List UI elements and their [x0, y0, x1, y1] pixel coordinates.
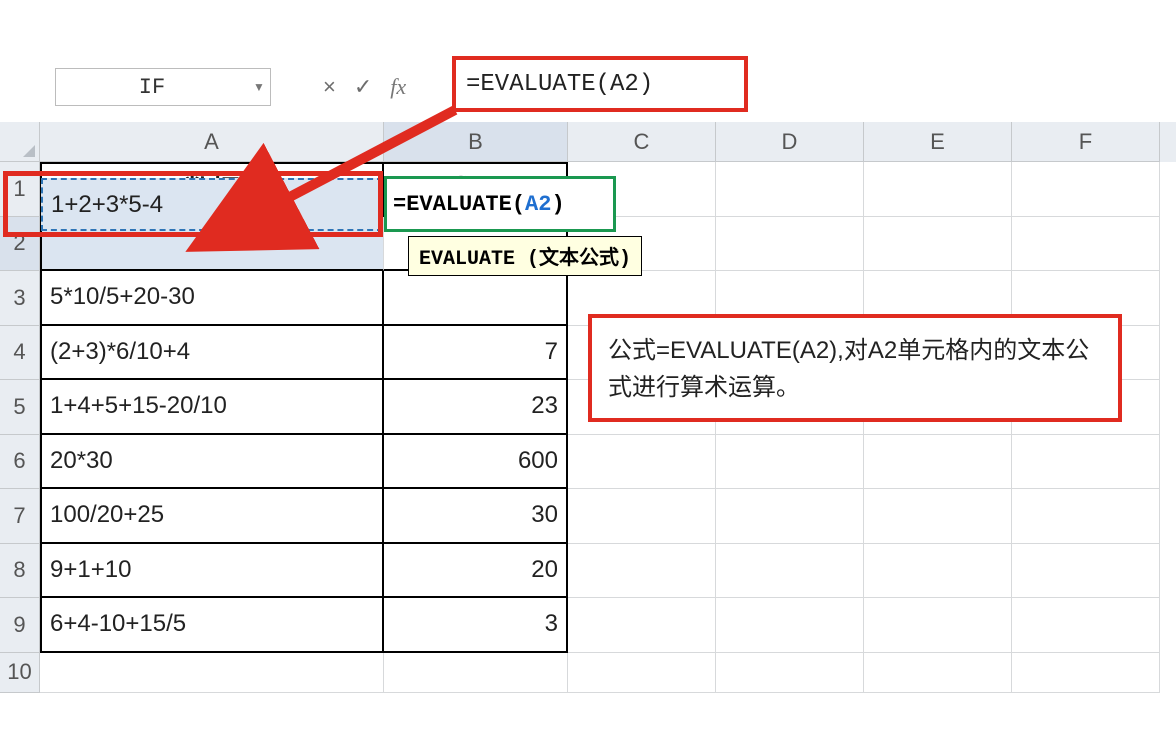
cell-E1[interactable] [864, 162, 1012, 217]
cell-E2[interactable] [864, 217, 1012, 272]
cell-B3[interactable] [384, 271, 568, 326]
b2-prefix: =EVALUATE( [393, 192, 525, 217]
column-headers: A B C D E F [0, 122, 1176, 162]
cell-B7[interactable]: 30 [384, 489, 568, 544]
row-7: 7 100/20+25 30 [0, 489, 1176, 544]
b2-ref: A2 [525, 192, 551, 217]
name-box-value: IF [56, 75, 248, 100]
cell-A2-highlight: 1+2+3*5-4 [41, 178, 383, 231]
cell-C10[interactable] [568, 653, 716, 693]
cell-E6[interactable] [864, 435, 1012, 490]
column-header-A[interactable]: A [40, 122, 384, 162]
cell-B4[interactable]: 7 [384, 326, 568, 381]
row-header-6[interactable]: 6 [0, 435, 40, 490]
row-header-8[interactable]: 8 [0, 544, 40, 599]
cell-B5[interactable]: 23 [384, 380, 568, 435]
annotation-callout-text: 公式=EVALUATE(A2),对A2单元格内的文本公式进行算术运算。 [608, 337, 1089, 401]
column-header-C[interactable]: C [568, 122, 716, 162]
cell-D9[interactable] [716, 598, 864, 653]
cell-A9[interactable]: 6+4-10+15/5 [40, 598, 384, 653]
cell-F7[interactable] [1012, 489, 1160, 544]
cell-A2-value: 1+2+3*5-4 [51, 191, 163, 219]
cell-F10[interactable] [1012, 653, 1160, 693]
row-header-1[interactable]: 1 [0, 162, 40, 217]
cell-A10[interactable] [40, 653, 384, 693]
cell-A8[interactable]: 9+1+10 [40, 544, 384, 599]
confirm-icon[interactable]: ✓ [354, 74, 372, 100]
cell-E7[interactable] [864, 489, 1012, 544]
column-header-B[interactable]: B [384, 122, 568, 162]
function-tooltip-text: EVALUATE (文本公式) [419, 248, 631, 271]
name-box-dropdown-icon[interactable]: ▼ [248, 80, 270, 94]
cell-A4[interactable]: (2+3)*6/10+4 [40, 326, 384, 381]
cell-B9[interactable]: 3 [384, 598, 568, 653]
row-9: 9 6+4-10+15/5 3 [0, 598, 1176, 653]
cell-D8[interactable] [716, 544, 864, 599]
row-header-5[interactable]: 5 [0, 380, 40, 435]
cell-A7[interactable]: 100/20+25 [40, 489, 384, 544]
cell-B2-editing[interactable]: =EVALUATE(A2) [384, 176, 616, 232]
b2-suffix: ) [551, 192, 564, 217]
cell-E8[interactable] [864, 544, 1012, 599]
row-header-7[interactable]: 7 [0, 489, 40, 544]
row-header-4[interactable]: 4 [0, 326, 40, 381]
cell-B8[interactable]: 20 [384, 544, 568, 599]
fx-icon[interactable]: fx [390, 74, 406, 100]
row-header-3[interactable]: 3 [0, 271, 40, 326]
row-6: 6 20*30 600 [0, 435, 1176, 490]
name-box[interactable]: IF ▼ [55, 68, 271, 106]
cell-C7[interactable] [568, 489, 716, 544]
cell-E9[interactable] [864, 598, 1012, 653]
column-header-E[interactable]: E [864, 122, 1012, 162]
cell-F8[interactable] [1012, 544, 1160, 599]
cell-D10[interactable] [716, 653, 864, 693]
row-header-10[interactable]: 10 [0, 653, 40, 693]
cell-C9[interactable] [568, 598, 716, 653]
cell-D6[interactable] [716, 435, 864, 490]
row-10: 10 [0, 653, 1176, 693]
cell-D2[interactable] [716, 217, 864, 272]
row-header-9[interactable]: 9 [0, 598, 40, 653]
column-header-F[interactable]: F [1012, 122, 1160, 162]
cell-C6[interactable] [568, 435, 716, 490]
select-all-corner[interactable] [0, 122, 40, 162]
annotation-callout: 公式=EVALUATE(A2),对A2单元格内的文本公式进行算术运算。 [588, 314, 1122, 422]
row-header-2[interactable]: 2 [0, 217, 40, 272]
spreadsheet: A B C D E F 1 数据 求和 2 3 5*10/5+20-30 [0, 122, 1176, 748]
cell-F1[interactable] [1012, 162, 1160, 217]
cell-F2[interactable] [1012, 217, 1160, 272]
formula-bar: IF ▼ × ✓ fx =EVALUATE(A2) [0, 68, 1176, 110]
formula-text: =EVALUATE(A2) [466, 71, 653, 98]
cell-C8[interactable] [568, 544, 716, 599]
cell-A5[interactable]: 1+4+5+15-20/10 [40, 380, 384, 435]
cell-F6[interactable] [1012, 435, 1160, 490]
cancel-icon[interactable]: × [323, 74, 336, 100]
function-tooltip: EVALUATE (文本公式) [408, 236, 642, 276]
row-8: 8 9+1+10 20 [0, 544, 1176, 599]
formula-input[interactable]: =EVALUATE(A2) [452, 56, 748, 112]
formula-bar-buttons: × ✓ fx [323, 68, 406, 106]
cell-B6[interactable]: 600 [384, 435, 568, 490]
cell-E10[interactable] [864, 653, 1012, 693]
cell-A3[interactable]: 5*10/5+20-30 [40, 271, 384, 326]
cell-D1[interactable] [716, 162, 864, 217]
cell-D7[interactable] [716, 489, 864, 544]
cell-B10[interactable] [384, 653, 568, 693]
cell-A6[interactable]: 20*30 [40, 435, 384, 490]
cell-F9[interactable] [1012, 598, 1160, 653]
column-header-D[interactable]: D [716, 122, 864, 162]
